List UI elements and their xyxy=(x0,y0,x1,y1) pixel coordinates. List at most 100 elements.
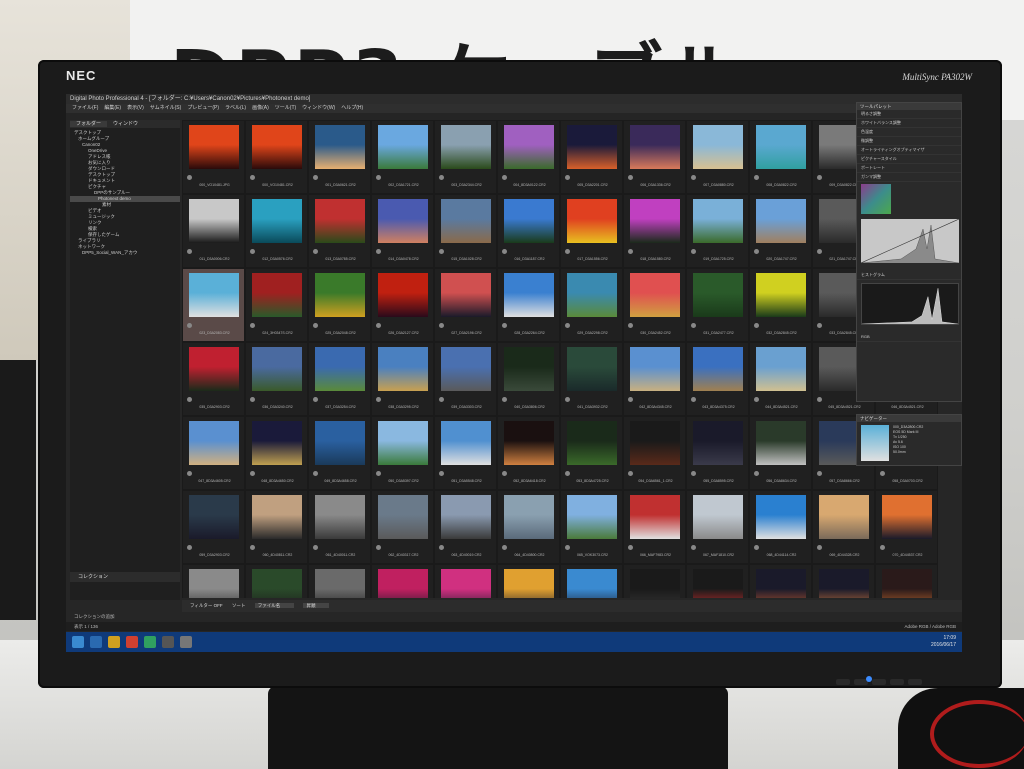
thumbnail[interactable]: 071_4D44108.CR2 xyxy=(182,564,245,598)
check-icon[interactable] xyxy=(502,323,507,328)
check-icon[interactable] xyxy=(691,397,696,402)
check-icon[interactable] xyxy=(754,249,759,254)
check-icon[interactable] xyxy=(691,175,696,180)
thumbnail[interactable]: 023_D3A2083.CR2 xyxy=(182,268,245,342)
check-icon[interactable] xyxy=(628,175,633,180)
check-icon[interactable] xyxy=(376,249,381,254)
check-icon[interactable] xyxy=(502,471,507,476)
check-icon[interactable] xyxy=(250,175,255,180)
thumbnail[interactable]: 051_D3A5548.CR2 xyxy=(434,416,497,490)
check-icon[interactable] xyxy=(250,323,255,328)
thumbnail[interactable]: 003_D3A2344.CR2 xyxy=(434,120,497,194)
menu-item[interactable]: プレビュー(P) xyxy=(187,105,219,111)
thumbnail[interactable]: 036_D3A3240.CR2 xyxy=(245,342,308,416)
thumbnail[interactable]: 038_D3A3295.CR2 xyxy=(371,342,434,416)
check-icon[interactable] xyxy=(565,323,570,328)
thumbnail[interactable]: 052_8D3A6418.CR2 xyxy=(497,416,560,490)
check-icon[interactable] xyxy=(439,397,444,402)
dpp-icon[interactable] xyxy=(162,636,174,648)
check-icon[interactable] xyxy=(691,249,696,254)
tab-window[interactable]: ウィンドウ xyxy=(107,121,144,127)
thumbnail[interactable]: 013_D3A0785.CR2 xyxy=(308,194,371,268)
thumbnail[interactable]: 050_D3A5397.CR2 xyxy=(371,416,434,490)
thumbnail[interactable]: 026_D3A2127.CR2 xyxy=(371,268,434,342)
thumbnail[interactable]: 039_D3A3303.CR2 xyxy=(434,342,497,416)
check-icon[interactable] xyxy=(565,471,570,476)
check-icon[interactable] xyxy=(439,323,444,328)
check-icon[interactable] xyxy=(313,249,318,254)
tree-item[interactable]: DPP5_Social_WAN_アカウ xyxy=(70,250,180,256)
check-icon[interactable] xyxy=(376,323,381,328)
check-icon[interactable] xyxy=(502,545,507,550)
check-icon[interactable] xyxy=(691,471,696,476)
thumbnail[interactable]: 019_D3A1725.CR2 xyxy=(686,194,749,268)
thumbnail[interactable]: 080_4D44108.CR2 xyxy=(749,564,812,598)
thumbnail[interactable]: 020_D3A1747.CR2 xyxy=(749,194,812,268)
menu-item[interactable]: サムネイル(S) xyxy=(150,105,182,111)
thumbnail[interactable]: 041_D3A3932.CR2 xyxy=(560,342,623,416)
store-icon[interactable] xyxy=(144,636,156,648)
thumbnail[interactable]: 017_D3A1556.CR2 xyxy=(560,194,623,268)
order-select[interactable]: 昇順 xyxy=(303,603,330,608)
check-icon[interactable] xyxy=(754,397,759,402)
thumbnail[interactable]: 076_4D44108.CR2 xyxy=(497,564,560,598)
ie-icon[interactable] xyxy=(90,636,102,648)
thumbnail[interactable]: 075_4D44108.CR2 xyxy=(434,564,497,598)
tab-folder[interactable]: フォルダー xyxy=(70,121,108,127)
menu-item[interactable]: ウィンドウ(W) xyxy=(302,105,335,111)
thumbnail[interactable]: 081_4D44108.CR2 xyxy=(812,564,875,598)
thumbnail[interactable]: 005_D3A2201.CR2 xyxy=(560,120,623,194)
tone-curve-histogram[interactable] xyxy=(860,218,960,264)
menu-item[interactable]: ラベル(L) xyxy=(225,105,246,111)
check-icon[interactable] xyxy=(313,397,318,402)
menu-item[interactable]: ファイル(F) xyxy=(72,105,98,111)
thumbnail[interactable]: 006_D3A1336.CR2 xyxy=(623,120,686,194)
thumbnail[interactable]: 047_8D3A4605.CR2 xyxy=(182,416,245,490)
thumbnail[interactable]: 055_D3A8595.CR2 xyxy=(686,416,749,490)
menu-item[interactable]: ツール(T) xyxy=(275,105,296,111)
thumbnail[interactable]: 066_MAF7983.CR2 xyxy=(623,490,686,564)
thumbnail[interactable]: 072_4D44108.CR2 xyxy=(245,564,308,598)
thumbnail[interactable]: 000_VO10481.CR2 xyxy=(245,120,308,194)
check-icon[interactable] xyxy=(250,249,255,254)
explorer-icon[interactable] xyxy=(108,636,120,648)
tool-row[interactable]: ピクチャースタイル xyxy=(857,155,961,164)
check-icon[interactable] xyxy=(817,249,822,254)
thumbnail[interactable]: 061_4D40011.CR2 xyxy=(308,490,371,564)
check-icon[interactable] xyxy=(565,545,570,550)
check-icon[interactable] xyxy=(817,545,822,550)
thumbnail[interactable]: 049_8D3A4658.CR2 xyxy=(308,416,371,490)
check-icon[interactable] xyxy=(250,545,255,550)
check-icon[interactable] xyxy=(628,545,633,550)
check-icon[interactable] xyxy=(187,397,192,402)
menu-item[interactable]: 表示(V) xyxy=(127,105,144,111)
check-icon[interactable] xyxy=(439,175,444,180)
thumbnail[interactable]: 002_D3A1721.CR2 xyxy=(371,120,434,194)
check-icon[interactable] xyxy=(376,397,381,402)
check-icon[interactable] xyxy=(565,175,570,180)
check-icon[interactable] xyxy=(628,249,633,254)
thumbnail[interactable]: 070_4D44537.CR2 xyxy=(875,490,938,564)
thumbnail[interactable]: 029_D3A2298.CR2 xyxy=(560,268,623,342)
thumbnail[interactable]: 015_D3A1028.CR2 xyxy=(434,194,497,268)
thumbnail[interactable]: 032_D3A2845.CR2 xyxy=(749,268,812,342)
check-icon[interactable] xyxy=(565,397,570,402)
thumbnail[interactable]: 069_4D44328.CR2 xyxy=(812,490,875,564)
tool-row[interactable]: 色温度 xyxy=(857,128,961,137)
thumbnail[interactable]: 059_D3A2903.CR2 xyxy=(182,490,245,564)
check-icon[interactable] xyxy=(880,545,885,550)
thumbnail[interactable]: 079_4D44108.CR2 xyxy=(686,564,749,598)
dpp-running-icon[interactable] xyxy=(180,636,192,648)
check-icon[interactable] xyxy=(187,323,192,328)
check-icon[interactable] xyxy=(250,471,255,476)
check-icon[interactable] xyxy=(817,175,822,180)
check-icon[interactable] xyxy=(187,545,192,550)
thumbnail[interactable]: 073_4D44108.CR2 xyxy=(308,564,371,598)
thumbnail[interactable]: 011_D3A0006.CR2 xyxy=(182,194,245,268)
check-icon[interactable] xyxy=(754,545,759,550)
thumbnail[interactable]: 082_4D44108.CR2 xyxy=(875,564,938,598)
check-icon[interactable] xyxy=(376,471,381,476)
check-icon[interactable] xyxy=(754,471,759,476)
check-icon[interactable] xyxy=(628,397,633,402)
thumbnail[interactable]: 001_D3A0621.CR2 xyxy=(308,120,371,194)
